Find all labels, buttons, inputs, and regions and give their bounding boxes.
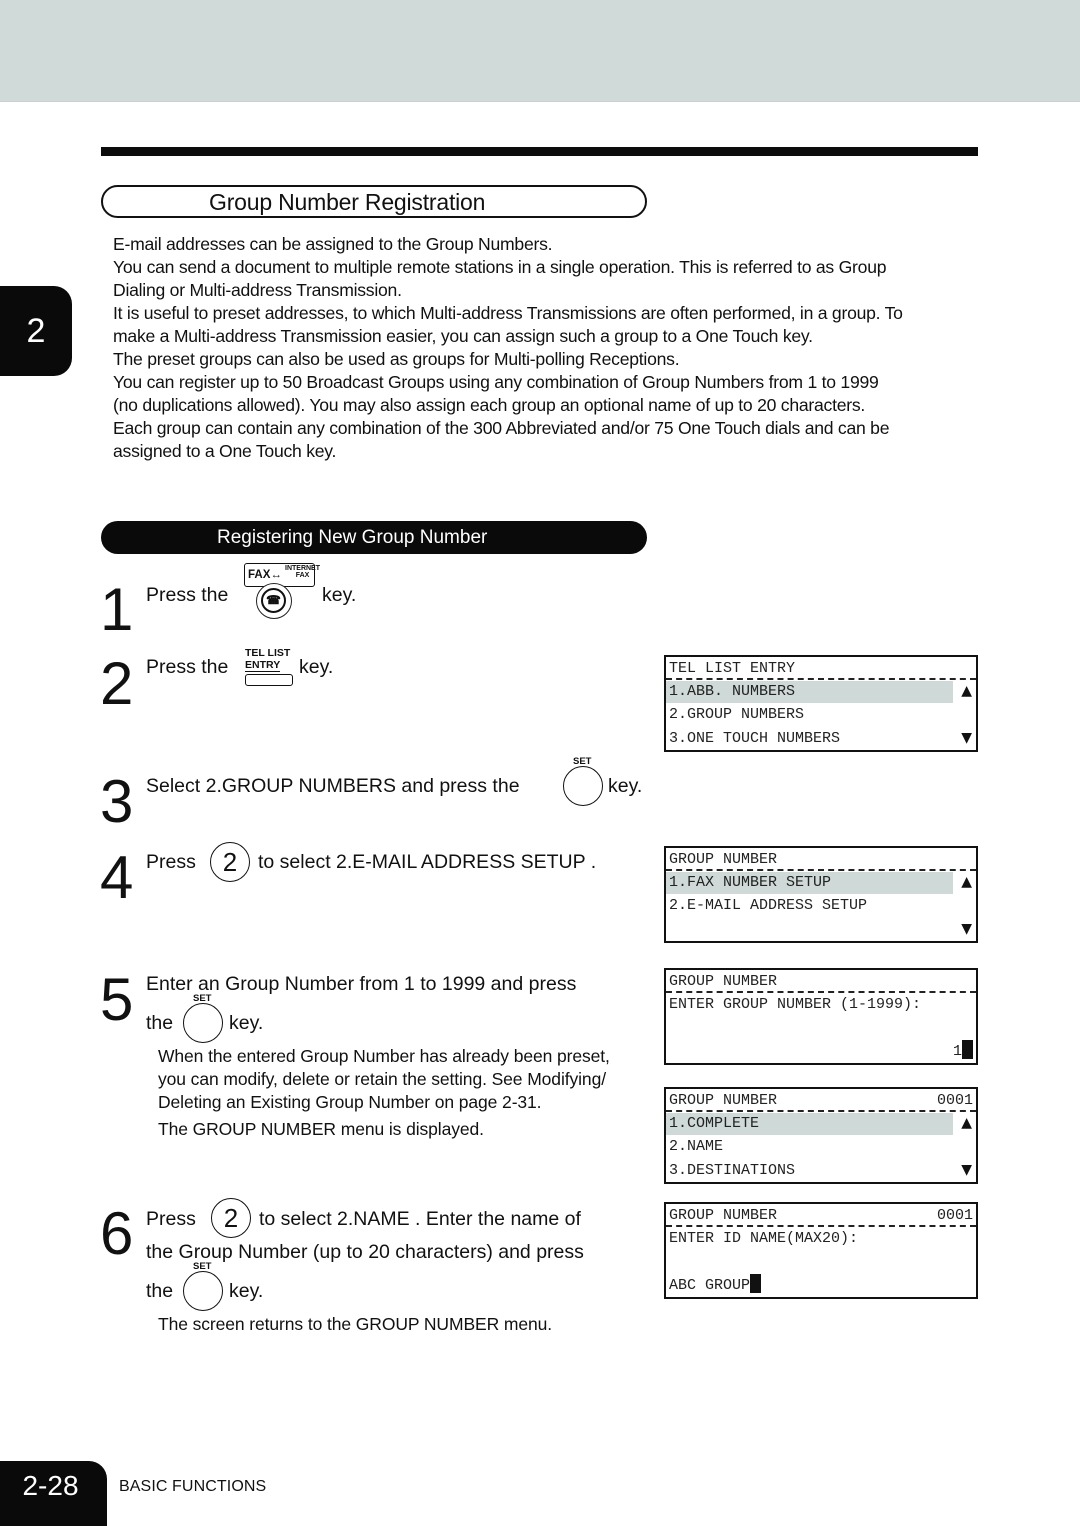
- page-number: 2-28: [0, 1461, 107, 1526]
- lcd-menu-item: 3.ONE TOUCH NUMBERS: [669, 729, 841, 747]
- chapter-tab: 2: [0, 286, 72, 376]
- lcd-header: GROUP NUMBER: [669, 851, 778, 868]
- lcd-menu-item: 2.NAME: [669, 1138, 724, 1156]
- lcd-input-field[interactable]: ABC GROUP: [669, 1273, 762, 1294]
- lcd-header: TEL LIST ENTRY: [669, 660, 796, 677]
- step-text: Press: [146, 851, 196, 873]
- intro-paragraph: You can register up to 50 Broadcast Grou…: [113, 372, 890, 461]
- step-text: the: [146, 1012, 174, 1034]
- step-text: key.: [229, 1012, 264, 1034]
- lcd-input-field[interactable]: 1: [953, 1039, 973, 1063]
- lcd-header: GROUP NUMBER: [669, 1092, 778, 1109]
- number-2-key-icon: 2: [210, 842, 250, 882]
- footer-chapter-label: BASIC FUNCTIONS: [119, 1478, 267, 1495]
- intro-paragraph: E-mail addresses can be assigned to the …: [113, 234, 553, 254]
- lcd-menu-item: 1.COMPLETE: [669, 1115, 760, 1132]
- up-arrow-icon: ▲: [961, 1115, 972, 1131]
- down-arrow-icon: ▼: [961, 1161, 972, 1178]
- lcd-prompt: ENTER ID NAME(MAX20):: [669, 1230, 859, 1247]
- step-note: The GROUP NUMBER menu is displayed.: [158, 1119, 484, 1139]
- step-number: 1: [100, 576, 133, 643]
- lcd-group-id: 0001: [936, 1207, 973, 1224]
- text-cursor: [750, 1273, 762, 1293]
- down-arrow-icon: ▼: [961, 729, 972, 746]
- section-rule: [101, 147, 978, 156]
- step-note: When the entered Group Number has alread…: [158, 1046, 610, 1112]
- step-text: Press the: [146, 584, 229, 606]
- step-number: 6: [100, 1200, 133, 1267]
- lcd-panel-enter-id-name: GROUP NUMBER 0001 ENTER ID NAME(MAX20): A…: [664, 1202, 978, 1299]
- intro-paragraph: It is useful to preset addresses, to whi…: [113, 303, 903, 346]
- step-text: Press: [146, 1208, 196, 1230]
- set-key-icon: SET: [183, 1261, 225, 1313]
- up-arrow-icon: ▲: [961, 874, 972, 890]
- lcd-menu-item: 2.E-MAIL ADDRESS SETUP: [669, 897, 868, 915]
- step-number: 4: [100, 844, 133, 911]
- lcd-group-id: 0001: [936, 1092, 973, 1109]
- step-text: key.: [229, 1280, 264, 1302]
- header-band: [0, 0, 1080, 102]
- lcd-prompt: ENTER GROUP NUMBER (1-1999):: [669, 996, 922, 1013]
- step-text: to select 2.NAME . Enter the name of: [259, 1208, 581, 1230]
- fax-label: FAX↔: [248, 569, 282, 581]
- subsection-title: Registering New Group Number: [101, 521, 647, 554]
- lcd-panel-group-number-menu: GROUP NUMBER 1.FAX NUMBER SETUP ▲ 2.E-MAI…: [664, 846, 978, 943]
- step-number: 3: [100, 768, 133, 835]
- intro-paragraph: You can send a document to multiple remo…: [113, 257, 887, 300]
- lcd-panel-enter-group-number: GROUP NUMBER ENTER GROUP NUMBER (1-1999)…: [664, 968, 978, 1065]
- down-arrow-icon: ▼: [961, 920, 972, 937]
- internet-fax-label: INTERNET FAX: [285, 565, 320, 579]
- tel-list-entry-key-icon: TEL LIST ENTRY: [244, 648, 296, 686]
- section-title: Group Number Registration: [101, 185, 647, 218]
- step-number: 5: [100, 966, 133, 1033]
- intro-paragraph: The preset groups can also be used as gr…: [113, 349, 680, 369]
- lcd-panel-tel-list-entry: TEL LIST ENTRY 1.ABB. NUMBERS ▲ 2.GROUP N…: [664, 655, 978, 752]
- step-text: key.: [608, 775, 643, 797]
- step-text: Select 2.GROUP NUMBERS and press the: [146, 775, 520, 797]
- step-note: The screen returns to the GROUP NUMBER m…: [158, 1314, 553, 1334]
- lcd-menu-item: 2.GROUP NUMBERS: [669, 706, 805, 724]
- set-key-icon: SET: [563, 756, 605, 808]
- set-key-icon: SET: [183, 993, 225, 1045]
- text-cursor: [962, 1039, 973, 1059]
- step-text: Press the: [146, 656, 229, 678]
- step-text: the: [146, 1280, 174, 1302]
- step-number: 2: [100, 650, 133, 717]
- step-text: key.: [322, 584, 357, 606]
- fax-internet-fax-key-icon: FAX↔ INTERNET FAX ☎: [244, 563, 320, 619]
- lcd-menu-item: 3.DESTINATIONS: [669, 1161, 796, 1179]
- lcd-menu-item: 1.ABB. NUMBERS: [669, 683, 796, 700]
- lcd-header: GROUP NUMBER: [669, 973, 778, 990]
- step-text: to select 2.E-MAIL ADDRESS SETUP .: [258, 851, 597, 873]
- intro-text: E-mail addresses can be assigned to the …: [113, 233, 983, 463]
- lcd-header: GROUP NUMBER: [669, 1207, 778, 1224]
- step-text: key.: [299, 656, 334, 678]
- lcd-menu-item: 1.FAX NUMBER SETUP: [669, 874, 832, 891]
- up-arrow-icon: ▲: [961, 683, 972, 699]
- lcd-panel-group-number-0001-menu: GROUP NUMBER 0001 1.COMPLETE ▲ 2.NAME 3.DE…: [664, 1087, 978, 1184]
- fax-icon: ☎: [261, 588, 286, 613]
- number-2-key-icon: 2: [211, 1198, 251, 1238]
